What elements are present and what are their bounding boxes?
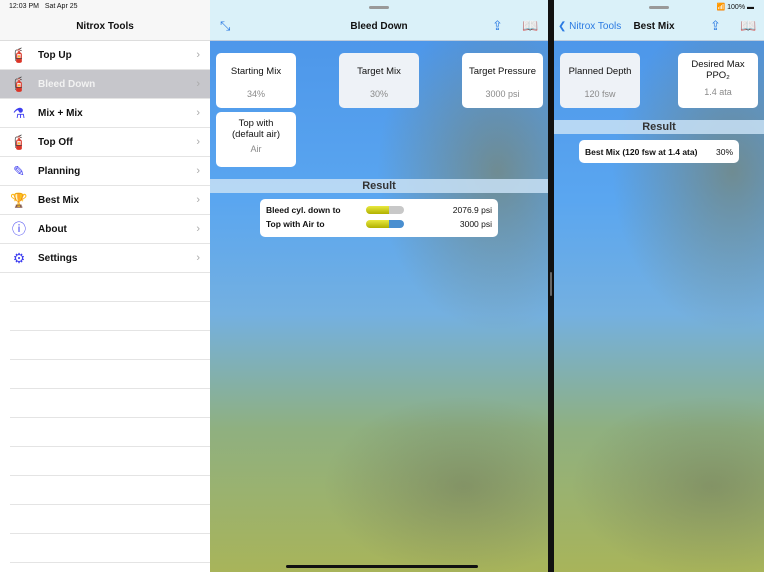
twin-cylinders-icon: ⚗ <box>12 104 26 121</box>
sidebar-item-best-mix[interactable]: 🏆 Best Mix › <box>0 186 210 215</box>
chevron-right-icon: › <box>196 78 200 90</box>
sidebar-item-planning[interactable]: ✎ Planning › <box>0 157 210 186</box>
result-row: Top with Air to 3000 psi <box>266 217 492 231</box>
result-label: Bleed cyl. down to <box>266 205 341 215</box>
target-pressure-button[interactable]: Target Pressure 3000 psi <box>462 53 543 108</box>
trophy-icon: 🏆 <box>10 191 28 208</box>
sidebar-item-label: Best Mix <box>38 194 80 206</box>
empty-row <box>10 331 210 360</box>
top-with-button[interactable]: Top with (default air) Air <box>216 112 296 167</box>
chevron-right-icon: › <box>196 223 200 235</box>
best-mix-pane: 📶 100% ▬ ❮ Nitrox Tools Best Mix ⇪ 📖 Pla… <box>554 0 764 572</box>
info-icon: ⓘ <box>12 221 26 237</box>
book-icon[interactable]: 📖 <box>522 18 538 34</box>
sidebar-item-label: Settings <box>38 252 78 264</box>
empty-row <box>10 476 210 505</box>
sidebar: Nitrox Tools 🧯 Top Up › 🧯 Bleed Down › ⚗ Mix + … <box>0 0 210 572</box>
gauge-rest <box>388 206 404 214</box>
status-icons: 📶 100% ▬ <box>716 4 754 11</box>
sidebar-item-label: Bleed Down <box>38 78 96 90</box>
status-time: 12:03 PM Sat Apr 25 <box>9 3 78 10</box>
gear-icon: ⚙ <box>12 249 26 266</box>
sidebar-item-label: Mix + Mix <box>38 107 83 119</box>
bleed-down-pane: ⤡ Bleed Down ⇪ 📖 Starting Mix 34% Target … <box>210 0 548 572</box>
result-header: Result <box>554 120 764 134</box>
chevron-right-icon: › <box>196 107 200 119</box>
cylinder-gauge <box>366 220 404 228</box>
book-icon[interactable]: 📖 <box>740 18 756 34</box>
sidebar-item-settings[interactable]: ⚙ Settings › <box>0 244 210 273</box>
sidebar-item-mix-mix[interactable]: ⚗ Mix + Mix › <box>0 99 210 128</box>
gauge-fill <box>366 220 389 228</box>
empty-row <box>10 447 210 476</box>
target-mix-button[interactable]: Target Mix 30% <box>339 53 419 108</box>
cylinder-top-off-icon: 🧯 <box>10 133 28 150</box>
result-row: Bleed cyl. down to 2076.9 psi <box>266 203 492 217</box>
result-header: Result <box>210 179 548 193</box>
result-value: 2076.9 psi <box>452 205 492 215</box>
sidebar-item-label: About <box>38 223 67 235</box>
max-ppo2-button[interactable]: Desired Max PPO₂ 1.4 ata <box>678 53 758 108</box>
sidebar-item-label: Top Up <box>38 49 72 61</box>
cylinder-gauge <box>366 206 404 214</box>
result-value: 3000 psi <box>459 219 492 229</box>
sidebar-item-label: Planning <box>38 165 81 177</box>
sidebar-item-label: Top Off <box>38 136 73 148</box>
nav-bar: ⤡ Bleed Down ⇪ 📖 <box>210 0 548 41</box>
gauge-fill <box>366 206 389 214</box>
empty-row <box>10 360 210 389</box>
gauge-rest <box>388 220 404 228</box>
chevron-right-icon: › <box>196 252 200 264</box>
cylinder-bleed-icon: 🧯 <box>10 75 28 92</box>
notepad-pencil-icon: ✎ <box>13 162 25 179</box>
share-icon[interactable]: ⇪ <box>492 18 503 34</box>
home-indicator[interactable] <box>286 565 478 568</box>
starting-mix-button[interactable]: Starting Mix 34% <box>216 53 296 108</box>
chevron-right-icon: › <box>196 136 200 148</box>
chevron-right-icon: › <box>196 49 200 61</box>
planned-depth-button[interactable]: Planned Depth 120 fsw <box>560 53 640 108</box>
empty-row <box>10 534 210 563</box>
chevron-right-icon: › <box>196 165 200 177</box>
best-mix-result: Best Mix (120 fsw at 1.4 ata) 30% <box>579 140 739 163</box>
empty-row <box>10 418 210 447</box>
empty-row <box>10 389 210 418</box>
page-title: Best Mix <box>633 21 675 32</box>
sidebar-item-bleed-down[interactable]: 🧯 Bleed Down › <box>0 70 210 99</box>
result-label: Best Mix (120 fsw at 1.4 ata) <box>585 146 698 157</box>
empty-row <box>10 273 210 302</box>
sidebar-item-top-off[interactable]: 🧯 Top Off › <box>0 128 210 157</box>
result-label: Top with Air to <box>266 219 325 229</box>
sidebar-item-about[interactable]: ⓘ About › <box>0 215 210 244</box>
result-box: Bleed cyl. down to 2076.9 psi Top with Air… <box>260 199 498 237</box>
chevron-right-icon: › <box>196 194 200 206</box>
empty-row <box>10 505 210 534</box>
cylinder-top-up-icon: 🧯 <box>10 46 28 63</box>
grabber[interactable] <box>649 6 669 9</box>
grabber[interactable] <box>369 6 389 9</box>
share-icon[interactable]: ⇪ <box>710 18 721 34</box>
sidebar-item-top-up[interactable]: 🧯 Top Up › <box>0 41 210 70</box>
result-value: 30% <box>715 146 733 157</box>
empty-row <box>10 302 210 331</box>
